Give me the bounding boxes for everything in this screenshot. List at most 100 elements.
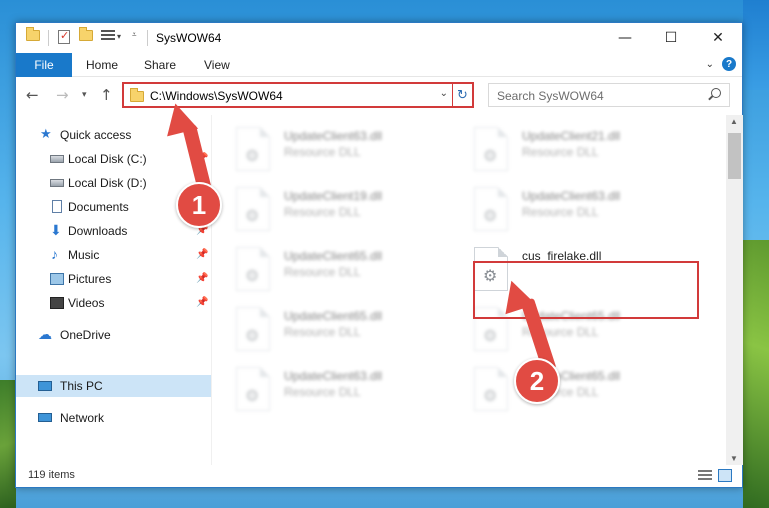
- gear-icon: ⚙: [245, 208, 260, 225]
- scrollbar-thumb[interactable]: [728, 133, 741, 179]
- help-icon[interactable]: ?: [722, 57, 736, 71]
- sidebar-item-label: Quick access: [60, 128, 132, 142]
- large-icons-view-icon[interactable]: [718, 469, 732, 482]
- toolbar-separator: [48, 30, 49, 46]
- toolbar-separator: [147, 30, 148, 46]
- network-icon: [38, 413, 52, 422]
- pin-icon: 📌: [196, 249, 209, 260]
- file-item[interactable]: ⚙ UpdateClient63.dll Resource DLL: [212, 361, 442, 417]
- file-type: Resource DLL: [284, 385, 361, 399]
- desktop-background-sky: [743, 0, 769, 90]
- chevron-down-icon[interactable]: ▾: [117, 32, 121, 41]
- file-item[interactable]: ⚙ UpdateClient63.dll Resource DLL: [212, 121, 442, 177]
- file-name: UpdateClient65.dll: [284, 249, 383, 263]
- status-bar: 119 items: [16, 465, 742, 487]
- ribbon-tabs: File Home Share View ⌄ ?: [16, 53, 742, 77]
- search-icon[interactable]: [711, 88, 721, 98]
- vertical-scrollbar[interactable]: ▲ ▼: [726, 115, 743, 465]
- sidebar-item-videos[interactable]: Videos 📌: [16, 292, 211, 314]
- file-item[interactable]: ⚙ UpdateClient21.dll Resource DLL: [450, 121, 680, 177]
- tab-home[interactable]: Home: [86, 53, 118, 77]
- folder-icon: [26, 27, 40, 41]
- title-bar: ▾ ⩡ SysWOW64 — ☐ ✕: [16, 23, 742, 53]
- folder-icon: [130, 88, 144, 102]
- customize-toolbar-icon[interactable]: ⩡: [132, 30, 137, 40]
- back-arrow-icon[interactable]: ←: [26, 86, 39, 104]
- step-1-badge: 1: [176, 182, 222, 228]
- gear-icon: ⚙: [245, 268, 260, 285]
- tab-share[interactable]: Share: [144, 53, 176, 77]
- tab-view[interactable]: View: [204, 53, 230, 77]
- sidebar-item-this-pc[interactable]: This PC: [16, 375, 211, 397]
- gear-icon: ⚙: [245, 388, 260, 405]
- sidebar-item-label: Documents: [68, 200, 129, 214]
- drive-icon: [50, 155, 64, 163]
- sidebar-item-onedrive[interactable]: ☁ OneDrive: [16, 324, 211, 346]
- quick-access-toolbar: [26, 27, 40, 41]
- file-item[interactable]: ⚙ UpdateClient65.dll Resource DLL: [450, 361, 680, 417]
- properties-icon[interactable]: [58, 29, 70, 44]
- file-name: UpdateClient21.dll: [522, 129, 621, 143]
- dll-file-icon: ⚙: [474, 367, 508, 411]
- onedrive-icon: ☁: [38, 326, 52, 342]
- tab-file[interactable]: File: [16, 53, 72, 77]
- file-list: ⚙ UpdateClient63.dll Resource DLL ⚙ Upda…: [212, 115, 726, 465]
- up-arrow-icon[interactable]: ↑: [100, 86, 113, 104]
- item-count: 119 items: [28, 469, 75, 481]
- close-button[interactable]: ✕: [695, 23, 741, 53]
- pin-icon: 📌: [196, 273, 209, 284]
- recent-locations-chevron-icon[interactable]: ▾: [82, 90, 87, 100]
- address-path: C:\Windows\SysWOW64: [150, 89, 283, 103]
- gear-icon: ⚙: [483, 148, 498, 165]
- this-pc-icon: [38, 381, 52, 391]
- pin-icon: 📌: [196, 297, 209, 308]
- file-item[interactable]: ⚙ UpdateClient63.dll Resource DLL: [450, 181, 680, 237]
- file-type: Resource DLL: [522, 205, 599, 219]
- address-dropdown-icon[interactable]: ⌄: [440, 88, 448, 99]
- scroll-down-icon[interactable]: ▼: [730, 454, 738, 463]
- new-folder-icon[interactable]: [79, 27, 93, 41]
- sidebar-item-label: Music: [68, 248, 100, 262]
- maximize-button[interactable]: ☐: [648, 23, 694, 53]
- refresh-icon[interactable]: ↻: [452, 84, 472, 106]
- scroll-up-icon[interactable]: ▲: [730, 117, 738, 126]
- drive-icon: [50, 179, 64, 187]
- expand-ribbon-icon[interactable]: ⌄: [706, 59, 714, 70]
- minimize-button[interactable]: —: [602, 23, 648, 53]
- dll-file-icon: ⚙: [474, 127, 508, 171]
- sidebar-item-label: Downloads: [68, 224, 128, 238]
- step-2-badge: 2: [514, 358, 560, 404]
- music-icon: ♪: [51, 246, 58, 262]
- sidebar-item-music[interactable]: ♪ Music 📌: [16, 244, 211, 266]
- file-item[interactable]: ⚙ UpdateClient65.dll Resource DLL: [212, 301, 442, 357]
- sidebar-item-local-disk-c[interactable]: Local Disk (C:) 📌: [16, 148, 211, 170]
- file-name: UpdateClient19.dll: [284, 189, 383, 203]
- sidebar-item-downloads[interactable]: ⬇ Downloads 📌: [16, 220, 211, 242]
- dll-file-icon: ⚙: [474, 187, 508, 231]
- downloads-icon: ⬇: [50, 222, 62, 238]
- pictures-icon: [50, 273, 64, 285]
- documents-icon: [52, 200, 62, 213]
- gear-icon: ⚙: [245, 328, 260, 345]
- file-type: Resource DLL: [284, 205, 361, 219]
- desktop-background-palm-left: [0, 380, 16, 508]
- gear-icon: ⚙: [245, 148, 260, 165]
- file-item[interactable]: ⚙ UpdateClient65.dll Resource DLL: [212, 241, 442, 297]
- navigation-pane: ★ Quick access Local Disk (C:) 📌 Local D…: [16, 115, 211, 465]
- sidebar-item-network[interactable]: Network: [16, 407, 211, 429]
- dll-file-icon: ⚙: [236, 127, 270, 171]
- file-type: Resource DLL: [522, 145, 599, 159]
- customize-view-icon[interactable]: [101, 30, 115, 42]
- file-type: Resource DLL: [284, 325, 361, 339]
- file-item[interactable]: ⚙ UpdateClient19.dll Resource DLL: [212, 181, 442, 237]
- sidebar-item-label: Network: [60, 411, 105, 425]
- quick-access-icon: ★: [40, 126, 52, 141]
- file-explorer-window: ▾ ⩡ SysWOW64 — ☐ ✕ File Home Share View …: [15, 22, 743, 488]
- sidebar-item-pictures[interactable]: Pictures 📌: [16, 268, 211, 290]
- file-name: UpdateClient63.dll: [284, 369, 383, 383]
- forward-arrow-icon[interactable]: →: [56, 86, 69, 104]
- sidebar-item-label: Videos: [68, 296, 105, 310]
- search-input[interactable]: Search SysWOW64: [488, 83, 730, 107]
- file-name: UpdateClient63.dll: [284, 129, 383, 143]
- details-view-icon[interactable]: [698, 470, 712, 482]
